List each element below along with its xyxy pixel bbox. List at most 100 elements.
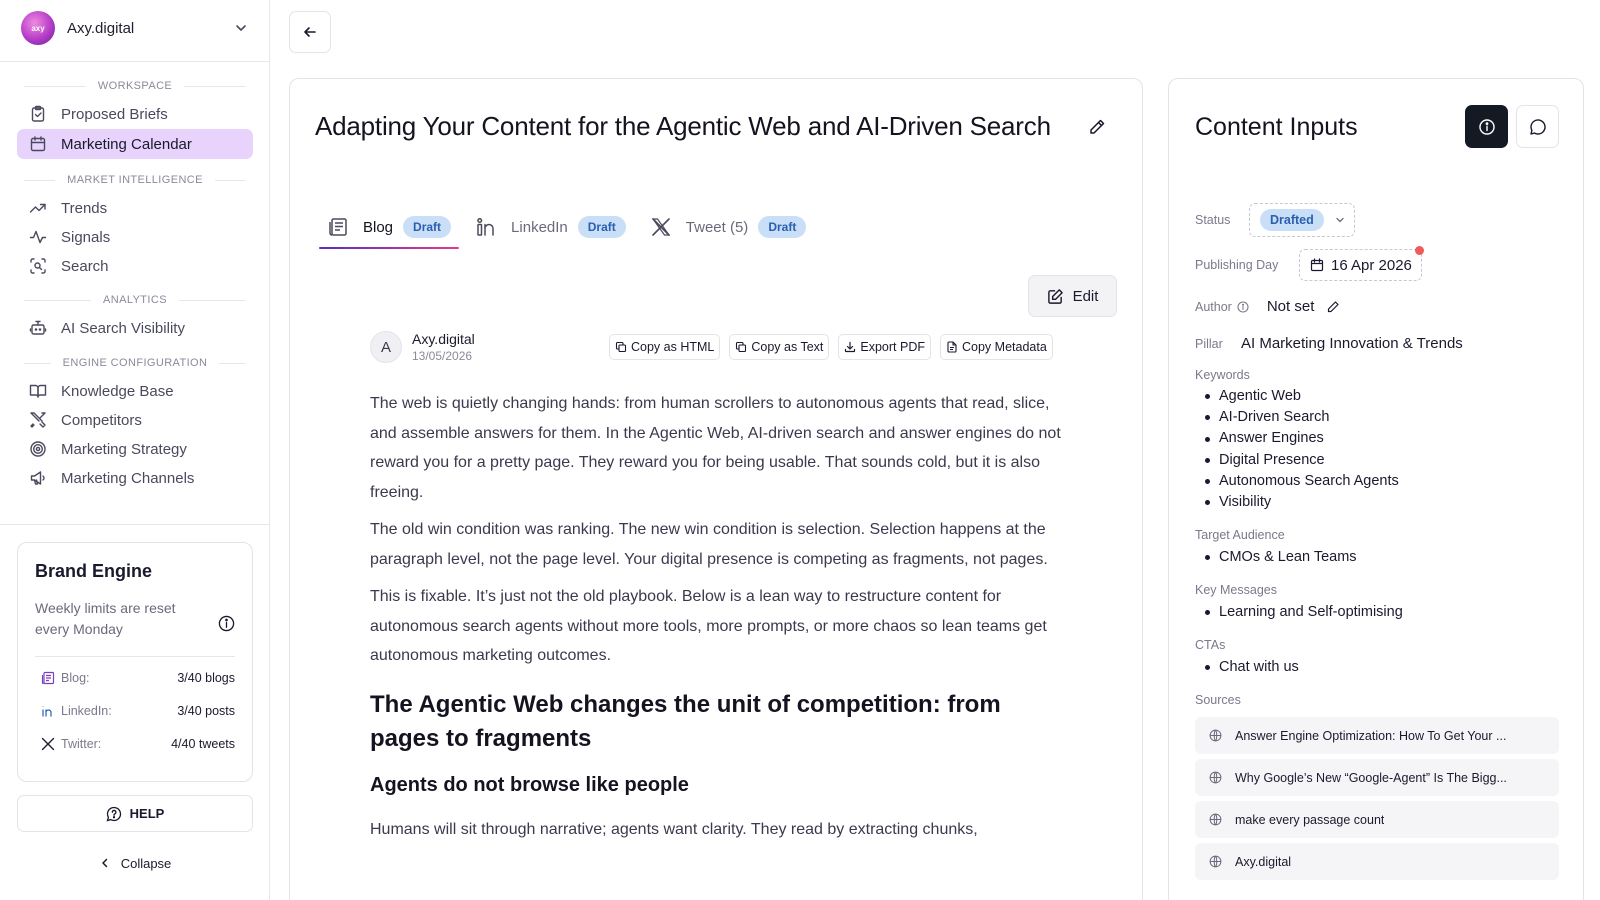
source-item[interactable]: Axy.digital: [1195, 843, 1559, 880]
download-icon: [845, 341, 856, 353]
clipboard-icon: [31, 105, 45, 122]
copy-metadata-button[interactable]: Copy Metadata: [940, 334, 1053, 360]
nav-ai-search-visibility[interactable]: AI Search Visibility: [17, 313, 253, 343]
info-icon: [1478, 118, 1495, 135]
nav-signals[interactable]: Signals: [17, 222, 253, 252]
tab-blog[interactable]: Blog Draft: [319, 207, 460, 249]
collapse-button[interactable]: Collapse: [17, 852, 253, 874]
publishing-day-label: Publishing Day: [1195, 258, 1279, 272]
pencil-icon[interactable]: [1326, 300, 1340, 314]
copy-as-html-button[interactable]: Copy as HTML: [609, 334, 721, 360]
section-title-workspace: WORKSPACE: [24, 80, 247, 92]
brand-engine-title: Brand Engine: [35, 561, 153, 581]
limit-row-twitter: Twitter: 4/40 tweets: [41, 737, 235, 751]
publishing-day-value: 16 Apr 2026: [1331, 256, 1412, 274]
nav-knowledge-base[interactable]: Knowledge Base: [17, 376, 253, 406]
info-icon[interactable]: [1237, 300, 1249, 313]
nav-label: Signals: [61, 228, 111, 246]
back-button[interactable]: [289, 11, 331, 53]
nav-competitors[interactable]: Competitors: [17, 405, 253, 435]
source-title: Why Google’s New “Google-Agent” Is The B…: [1235, 770, 1507, 785]
megaphone-icon: [30, 471, 45, 485]
limit-value: 3/40 posts: [177, 704, 235, 718]
status-select[interactable]: Drafted: [1249, 203, 1355, 237]
section-title-market-intelligence: MARKET INTELLIGENCE: [24, 174, 247, 186]
sources-label: Sources: [1195, 693, 1241, 707]
chevron-down-icon: [1336, 217, 1344, 223]
document-title: Adapting Your Content for the Agentic We…: [315, 111, 1051, 141]
keyword-item: Agentic Web: [1205, 386, 1399, 407]
pillar-value: AI Marketing Innovation & Trends: [1241, 335, 1463, 352]
keyword-item: Answer Engines: [1205, 428, 1399, 449]
message-circle-icon: [1529, 118, 1546, 135]
limit-label: Blog:: [61, 671, 90, 685]
nav-search[interactable]: Search: [17, 251, 253, 281]
nav-label: Marketing Strategy: [61, 440, 187, 458]
limit-label: LinkedIn:: [61, 704, 112, 718]
action-label: Copy Metadata: [962, 340, 1047, 354]
workspace-logo-text: axy: [31, 23, 45, 33]
article-paragraph: This is fixable. It’s just not the old p…: [370, 588, 1047, 664]
target-audience-list: CMOs & Lean Teams: [1205, 547, 1357, 568]
keywords-label: Keywords: [1195, 368, 1250, 382]
notification-dot: [1415, 246, 1424, 255]
nav-marketing-strategy[interactable]: Marketing Strategy: [17, 434, 253, 464]
help-label: HELP: [129, 806, 165, 821]
brand-engine-subtitle: Weekly limits are reset every Monday: [35, 600, 176, 637]
nav-marketing-calendar[interactable]: Marketing Calendar: [17, 129, 253, 159]
publishing-day-picker[interactable]: 16 Apr 2026: [1299, 246, 1424, 281]
file-text-icon: [947, 341, 957, 353]
draft-badge: Draft: [403, 216, 452, 238]
brand-engine-card: Brand Engine Weekly limits are reset eve…: [17, 542, 253, 782]
ctas-list: Chat with us: [1205, 657, 1299, 678]
calendar-icon: [1310, 258, 1324, 272]
nav-label: Trends: [61, 199, 108, 217]
copy-icon: [736, 341, 747, 353]
status-badge: Drafted: [1260, 209, 1324, 231]
section-title-engine-configuration: ENGINE CONFIGURATION: [24, 357, 247, 369]
message-item: Learning and Self-optimising: [1205, 602, 1403, 623]
source-item[interactable]: Why Google’s New “Google-Agent” Is The B…: [1195, 759, 1559, 796]
draft-badge: Draft: [577, 216, 626, 238]
globe-icon: [1209, 813, 1222, 826]
nav-trends[interactable]: Trends: [17, 193, 253, 223]
action-label: Copy as HTML: [631, 340, 715, 354]
channel-tabs: Blog Draft LinkedIn Draft Tweet (5) Draf…: [319, 207, 822, 249]
chevron-down-icon: [236, 25, 246, 31]
article-heading: The Agentic Web changes the unit of comp…: [370, 690, 1001, 752]
nav-label: AI Search Visibility: [61, 319, 185, 337]
linkedin-icon: [42, 706, 52, 717]
content-inputs-title: Content Inputs: [1195, 113, 1358, 141]
brand-engine-divider: [35, 656, 235, 657]
keyword-item: AI-Driven Search: [1205, 407, 1399, 428]
nav-label: Proposed Briefs: [61, 105, 168, 123]
tab-label: Tweet (5): [685, 218, 749, 236]
source-item[interactable]: make every passage count: [1195, 801, 1559, 838]
nav-marketing-channels[interactable]: Marketing Channels: [17, 463, 253, 493]
x-icon: [41, 737, 55, 751]
tab-linkedin[interactable]: LinkedIn Draft: [467, 207, 634, 247]
nav-label: Search: [61, 257, 109, 275]
chat-button[interactable]: [1516, 105, 1559, 148]
keyword-item: Visibility: [1205, 492, 1399, 513]
edit-icon: [1047, 288, 1063, 304]
help-button[interactable]: HELP: [17, 795, 253, 832]
source-item[interactable]: Answer Engine Optimization: How To Get Y…: [1195, 717, 1559, 754]
workspace-switcher[interactable]: axy Axy.digital: [21, 10, 249, 46]
copy-as-text-button[interactable]: Copy as Text: [729, 334, 830, 360]
audience-item: CMOs & Lean Teams: [1205, 547, 1357, 568]
target-audience-label: Target Audience: [1195, 528, 1285, 542]
edit-button[interactable]: Edit: [1028, 275, 1117, 317]
nav-proposed-briefs[interactable]: Proposed Briefs: [17, 99, 253, 129]
pencil-icon[interactable]: [1087, 117, 1107, 137]
export-pdf-button[interactable]: Export PDF: [838, 334, 931, 360]
swords-icon: [30, 412, 46, 428]
tab-tweet[interactable]: Tweet (5) Draft: [642, 207, 815, 247]
info-button[interactable]: [1465, 105, 1508, 148]
x-icon: [651, 218, 670, 236]
draft-badge: Draft: [758, 216, 807, 238]
info-icon[interactable]: [218, 615, 235, 632]
author-value: Not set: [1266, 298, 1315, 315]
sidebar-divider: [0, 61, 270, 62]
article-paragraph: The web is quietly changing hands: from …: [370, 395, 1061, 501]
